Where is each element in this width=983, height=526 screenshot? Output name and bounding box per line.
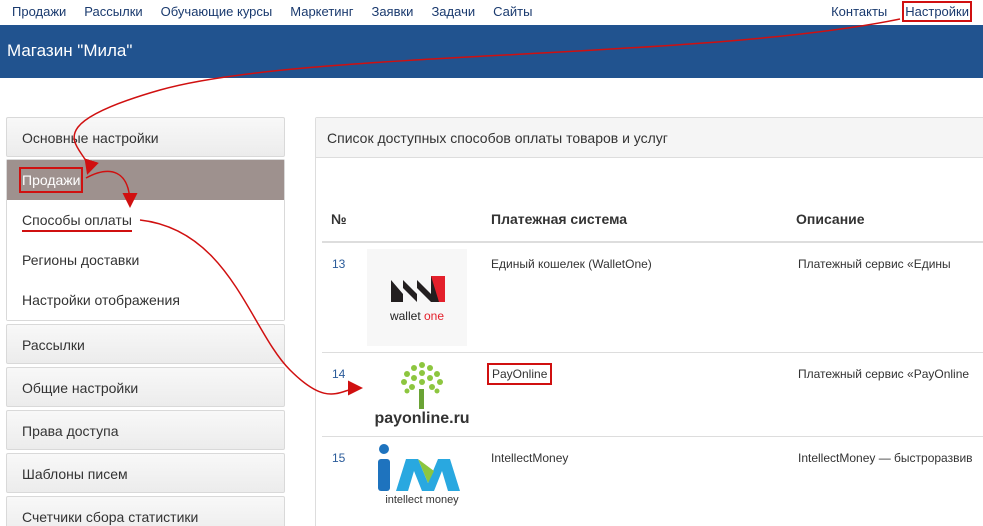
column-header-payment-system: Платежная система [481, 211, 796, 243]
sidebar-item-email-templates[interactable]: Шаблоны писем [6, 453, 285, 493]
column-header-description: Описание [796, 211, 983, 243]
row-logo: payonline.ru [367, 351, 481, 436]
row-number: 13 [322, 241, 367, 352]
top-nav-right: Контакты Настройки [813, 1, 972, 22]
intellectmoney-logo: intellect money [367, 443, 477, 506]
row-number: 14 [322, 351, 367, 436]
table-row: 13 wallet one Единый кошелек (WalletOne) [322, 241, 983, 352]
column-header-number: № [322, 211, 481, 243]
table-row: 15 intellect money IntellectMoney Intell… [322, 435, 983, 526]
sidebar-sub-delivery-regions[interactable]: Регионы доставки [7, 240, 284, 280]
table-row: 14 payonline.ru PayOnline Платежный серв… [322, 351, 983, 436]
payonline-name-highlight: PayOnline [486, 362, 553, 385]
sidebar-item-access-rights[interactable]: Права доступа [6, 410, 285, 450]
nav-marketing[interactable]: Маркетинг [290, 4, 353, 19]
payment-methods-table: № Платежная система Описание 13 wallet o… [322, 211, 983, 526]
row-description: Платежный сервис «Едины [796, 241, 983, 352]
row-number: 15 [322, 435, 367, 526]
store-title: Магазин "Мила" [7, 41, 133, 60]
sidebar-item-general-settings[interactable]: Общие настройки [6, 367, 285, 407]
store-header: Магазин "Мила" [0, 25, 983, 78]
nav-mailings[interactable]: Рассылки [84, 4, 142, 19]
sidebar-group-sales: Продажи Способы оплаты Регионы доставки … [6, 159, 285, 321]
payonline-logo-text: payonline.ru [374, 409, 470, 427]
sidebar-item-main-settings[interactable]: Основные настройки [6, 117, 285, 157]
row-name[interactable]: PayOnline [481, 351, 796, 436]
settings-sidebar: Основные настройки Продажи Способы оплат… [6, 117, 285, 526]
nav-sales[interactable]: Продажи [12, 4, 66, 19]
row-description: IntellectMoney — быстроразвив [796, 435, 983, 526]
nav-courses[interactable]: Обучающие курсы [161, 4, 273, 19]
sidebar-item-mailings[interactable]: Рассылки [6, 324, 285, 364]
top-nav-left: Продажи Рассылки Обучающие курсы Маркети… [12, 4, 550, 19]
sidebar-item-sales-label: Продажи [18, 167, 84, 193]
sidebar-sub-payment-methods-label: Способы оплаты [22, 212, 132, 232]
sidebar-sub-display-settings[interactable]: Настройки отображения [7, 280, 284, 320]
row-name[interactable]: Единый кошелек (WalletOne) [481, 241, 796, 352]
top-navigation: Продажи Рассылки Обучающие курсы Маркети… [0, 0, 983, 24]
intellectmoney-logo-text: intellect money [385, 493, 459, 506]
walletone-logo-text: wallet one [389, 309, 445, 323]
intellectmoney-mark-icon [378, 443, 460, 491]
nav-contacts[interactable]: Контакты [831, 4, 887, 19]
table-header-row: № Платежная система Описание [322, 211, 983, 243]
row-logo: wallet one [367, 241, 481, 352]
sidebar-item-stats-counters[interactable]: Счетчики сбора статистики [6, 496, 285, 526]
row-name[interactable]: IntellectMoney [481, 435, 796, 526]
sidebar-sub-payment-methods[interactable]: Способы оплаты [7, 200, 284, 240]
nav-requests[interactable]: Заявки [371, 4, 413, 19]
nav-tasks[interactable]: Задачи [431, 4, 475, 19]
sidebar-item-sales[interactable]: Продажи [7, 160, 284, 200]
row-logo: intellect money [367, 435, 481, 526]
payonline-tree-icon [401, 361, 443, 409]
payonline-logo: payonline.ru [367, 359, 477, 428]
row-description: Платежный сервис «PayOnline [796, 351, 983, 436]
panel-title: Список доступных способов оплаты товаров… [316, 118, 983, 158]
payment-methods-panel: Список доступных способов оплаты товаров… [315, 117, 983, 526]
walletone-mark-icon [391, 276, 445, 302]
nav-settings[interactable]: Настройки [902, 1, 972, 22]
walletone-logo: wallet one [367, 249, 467, 346]
nav-sites[interactable]: Сайты [493, 4, 532, 19]
